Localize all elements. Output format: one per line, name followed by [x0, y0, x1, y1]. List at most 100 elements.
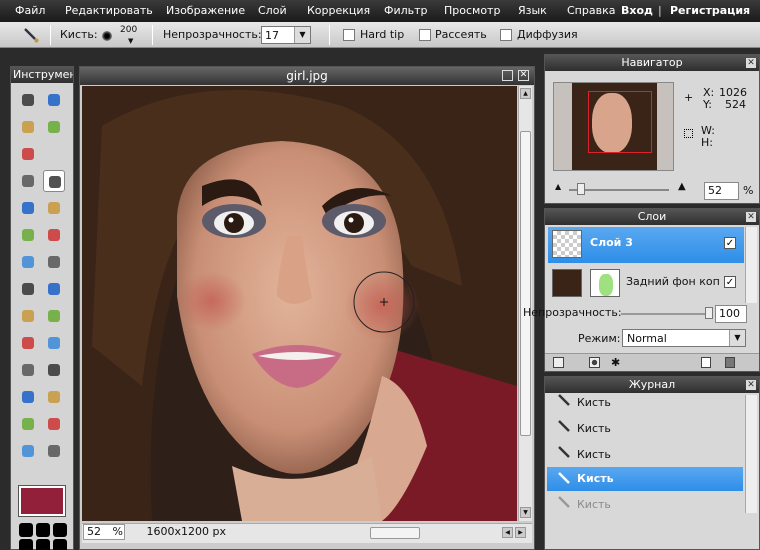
zoom-in-icon[interactable]: ▲: [678, 181, 686, 192]
sponge-tool-icon[interactable]: [43, 305, 65, 327]
zoom-tool-icon[interactable]: [43, 440, 65, 462]
zoom-slider[interactable]: [569, 183, 669, 195]
menu-image[interactable]: Изображение: [166, 4, 245, 17]
history-item-selected[interactable]: Кисть: [547, 467, 743, 491]
brush-preview-icon[interactable]: [102, 31, 112, 41]
mode-icon[interactable]: [53, 539, 67, 550]
scroll-left-icon[interactable]: ◀: [502, 527, 513, 538]
scroll-up-icon[interactable]: ▲: [520, 88, 531, 99]
layer-opacity-slider[interactable]: [621, 307, 713, 319]
paint-bucket-tool-icon[interactable]: [43, 197, 65, 219]
navigator-panel: Навигатор ✕ + X: 1026 Y: 524 W: H: ▲ ▲ 5…: [544, 54, 760, 204]
history-item[interactable]: Кисть: [547, 443, 743, 467]
bloat-tool-icon[interactable]: [17, 386, 39, 408]
zoom-input[interactable]: 52 %: [83, 524, 125, 540]
history-scrollbar[interactable]: [745, 395, 757, 513]
hard-tip-checkbox[interactable]: [343, 29, 355, 41]
layer-settings-icon[interactable]: [553, 357, 564, 368]
color-picker-tool-icon[interactable]: [17, 413, 39, 435]
brush-dropdown-icon[interactable]: ▼: [128, 37, 133, 45]
eraser-tool-icon[interactable]: [17, 197, 39, 219]
gradient-tool-icon[interactable]: [17, 224, 39, 246]
magic-wand-tool-icon[interactable]: [17, 143, 39, 165]
brush-icon: [557, 393, 573, 412]
layer-style-icon[interactable]: ✱: [611, 356, 620, 369]
layer-mask-icon[interactable]: [589, 357, 600, 368]
menu-bar: Файл Редактировать Изображение Слой Корр…: [0, 0, 760, 22]
history-item[interactable]: Кисть: [547, 417, 743, 441]
menu-file[interactable]: Файл: [15, 4, 45, 17]
burn-tool-icon[interactable]: [43, 332, 65, 354]
layers-scrollbar[interactable]: [745, 227, 757, 303]
nav-zoom-input[interactable]: 52: [704, 182, 739, 200]
register-link[interactable]: Регистрация: [670, 4, 750, 17]
history-item[interactable]: Кисть: [547, 391, 743, 415]
close-icon[interactable]: ✕: [746, 380, 756, 390]
menu-edit[interactable]: Редактировать: [65, 4, 153, 17]
login-link[interactable]: Вход: [621, 4, 653, 17]
menu-help[interactable]: Справка: [567, 4, 615, 17]
layer-opacity-slider-thumb[interactable]: [705, 307, 713, 319]
layer-opacity-input[interactable]: 100: [715, 305, 747, 323]
scroll-down-icon[interactable]: ▼: [520, 507, 531, 518]
text-tool-icon[interactable]: [43, 413, 65, 435]
tools-panel-title: Инструменты: [11, 67, 73, 83]
shape-tool-icon[interactable]: [43, 251, 65, 273]
brush-icon: [557, 445, 573, 464]
spot-heal-tool-icon[interactable]: [43, 359, 65, 381]
canvas-image[interactable]: [82, 86, 517, 521]
scroll-right-icon[interactable]: ▶: [515, 527, 526, 538]
layer-row[interactable]: Задний фон копия ✓: [548, 266, 744, 302]
blend-mode-select[interactable]: Normal ▼: [622, 329, 746, 347]
scatter-checkbox[interactable]: [419, 29, 431, 41]
mode-icon[interactable]: [53, 523, 67, 537]
close-icon[interactable]: ✕: [746, 58, 756, 68]
navigator-viewport[interactable]: [588, 91, 652, 153]
maximize-icon[interactable]: [502, 70, 513, 81]
mode-icon[interactable]: [19, 539, 33, 550]
zoom-slider-thumb[interactable]: [577, 183, 585, 195]
menu-layer[interactable]: Слой: [258, 4, 287, 17]
vertical-scrollbar[interactable]: ▲ ▼: [518, 86, 532, 521]
close-icon[interactable]: ✕: [518, 70, 529, 81]
marquee-tool-icon[interactable]: [17, 116, 39, 138]
close-icon[interactable]: ✕: [746, 212, 756, 222]
navigator-thumbnail[interactable]: [553, 82, 674, 171]
chevron-down-icon: ▼: [729, 330, 745, 346]
smudge-tool-icon[interactable]: [17, 305, 39, 327]
move-tool-icon[interactable]: [43, 89, 65, 111]
delete-layer-icon[interactable]: [725, 357, 735, 368]
hand-tool-icon[interactable]: [17, 440, 39, 462]
menu-language[interactable]: Язык: [518, 4, 547, 17]
stamp-tool-icon[interactable]: [43, 224, 65, 246]
history-item-undone[interactable]: Кисть: [547, 493, 743, 517]
new-layer-icon[interactable]: [701, 357, 711, 368]
nav-zoom-unit: %: [743, 184, 754, 197]
sharpen-tool-icon[interactable]: [43, 278, 65, 300]
layer-visibility-checkbox[interactable]: ✓: [724, 237, 736, 249]
mode-icon[interactable]: [36, 523, 50, 537]
pinch-tool-icon[interactable]: [43, 386, 65, 408]
layer-visibility-checkbox[interactable]: ✓: [724, 276, 736, 288]
menu-view[interactable]: Просмотр: [444, 4, 500, 17]
menu-adjustment[interactable]: Коррекция: [307, 4, 370, 17]
primary-color-swatch[interactable]: [18, 485, 66, 517]
scroll-thumb[interactable]: [370, 527, 420, 539]
mode-icon[interactable]: [36, 539, 50, 550]
lasso-tool-icon[interactable]: [43, 116, 65, 138]
mode-icon[interactable]: [19, 523, 33, 537]
opacity-select[interactable]: 17 ▼: [261, 26, 311, 44]
menu-filter[interactable]: Фильтр: [384, 4, 428, 17]
blur-tool-icon[interactable]: [17, 278, 39, 300]
replace-color-tool-icon[interactable]: [17, 251, 39, 273]
zoom-out-icon[interactable]: ▲: [555, 182, 561, 191]
brush-tool-icon[interactable]: [43, 170, 65, 192]
layer-row-selected[interactable]: Слой 3 ✓: [548, 227, 744, 263]
red-eye-tool-icon[interactable]: [17, 359, 39, 381]
brush-size[interactable]: 200: [120, 25, 137, 35]
diffusion-checkbox[interactable]: [500, 29, 512, 41]
pencil-tool-icon[interactable]: [17, 170, 39, 192]
crop-tool-icon[interactable]: [17, 89, 39, 111]
dodge-tool-icon[interactable]: [17, 332, 39, 354]
scroll-thumb[interactable]: [520, 131, 531, 436]
